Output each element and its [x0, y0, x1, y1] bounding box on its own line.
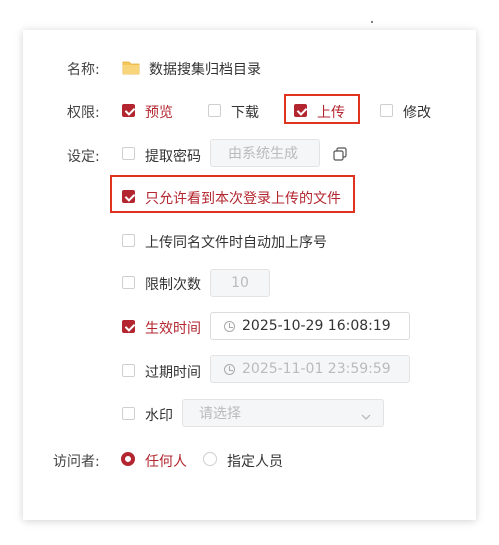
effective-time-label[interactable]: 生效时间 — [145, 318, 201, 338]
limit-count-label[interactable]: 限制次数 — [145, 274, 201, 294]
only-own-checkbox[interactable] — [122, 190, 135, 203]
effective-time-value: 2025-10-29 16:08:19 — [242, 318, 391, 334]
extract-code-input[interactable]: 由系统生成 — [210, 139, 320, 167]
extract-code-label[interactable]: 提取密码 — [145, 146, 201, 166]
limit-count-value: 10 — [231, 275, 249, 291]
auto-seq-label[interactable]: 上传同名文件时自动加上序号 — [145, 232, 327, 252]
watermark-placeholder: 请选择 — [199, 406, 241, 422]
visitor-label: 访问者: — [53, 454, 100, 470]
auto-seq-checkbox[interactable] — [122, 234, 135, 247]
upload-checkbox[interactable] — [294, 104, 307, 117]
download-label[interactable]: 下载 — [231, 102, 259, 122]
upload-label[interactable]: 上传 — [317, 102, 345, 122]
expire-time-checkbox[interactable] — [122, 364, 135, 377]
preview-checkbox[interactable] — [122, 104, 135, 117]
share-settings-panel: 名称: 数据搜集归档目录 权限: 预览 下载 上传 修改 设定: 提取密码 由系… — [23, 30, 476, 520]
extract-code-placeholder: 由系统生成 — [228, 146, 298, 162]
name-label: 名称: — [67, 62, 100, 78]
preview-label[interactable]: 预览 — [145, 102, 173, 122]
watermark-select[interactable]: 请选择 — [182, 399, 384, 427]
folder-name: 数据搜集归档目录 — [149, 62, 261, 78]
chevron-down-icon — [361, 409, 371, 420]
settings-label: 设定: — [67, 149, 100, 165]
expire-time-input[interactable]: 2025-11-01 23:59:59 — [210, 355, 410, 383]
permission-label: 权限: — [67, 105, 100, 121]
clock-icon — [224, 364, 235, 375]
specific-people-label[interactable]: 指定人员 — [227, 451, 283, 471]
extract-code-checkbox[interactable] — [122, 147, 135, 160]
modify-label[interactable]: 修改 — [403, 102, 431, 122]
effective-time-input[interactable]: 2025-10-29 16:08:19 — [210, 312, 410, 340]
effective-time-checkbox[interactable] — [122, 320, 135, 333]
folder-icon — [122, 60, 140, 75]
only-own-label[interactable]: 只允许看到本次登录上传的文件 — [145, 188, 341, 208]
download-checkbox[interactable] — [208, 104, 221, 117]
expire-time-label[interactable]: 过期时间 — [145, 362, 201, 382]
limit-count-input[interactable]: 10 — [210, 269, 270, 297]
limit-count-checkbox[interactable] — [122, 276, 135, 289]
modify-checkbox[interactable] — [380, 104, 393, 117]
decor-dot — [371, 21, 373, 23]
watermark-checkbox[interactable] — [122, 407, 135, 420]
clock-icon — [224, 321, 235, 332]
expire-time-value: 2025-11-01 23:59:59 — [242, 361, 391, 377]
specific-people-radio[interactable] — [203, 452, 217, 466]
watermark-label[interactable]: 水印 — [145, 405, 173, 425]
copy-icon[interactable] — [333, 147, 347, 161]
anyone-label[interactable]: 任何人 — [145, 451, 187, 471]
anyone-radio[interactable] — [121, 452, 135, 466]
